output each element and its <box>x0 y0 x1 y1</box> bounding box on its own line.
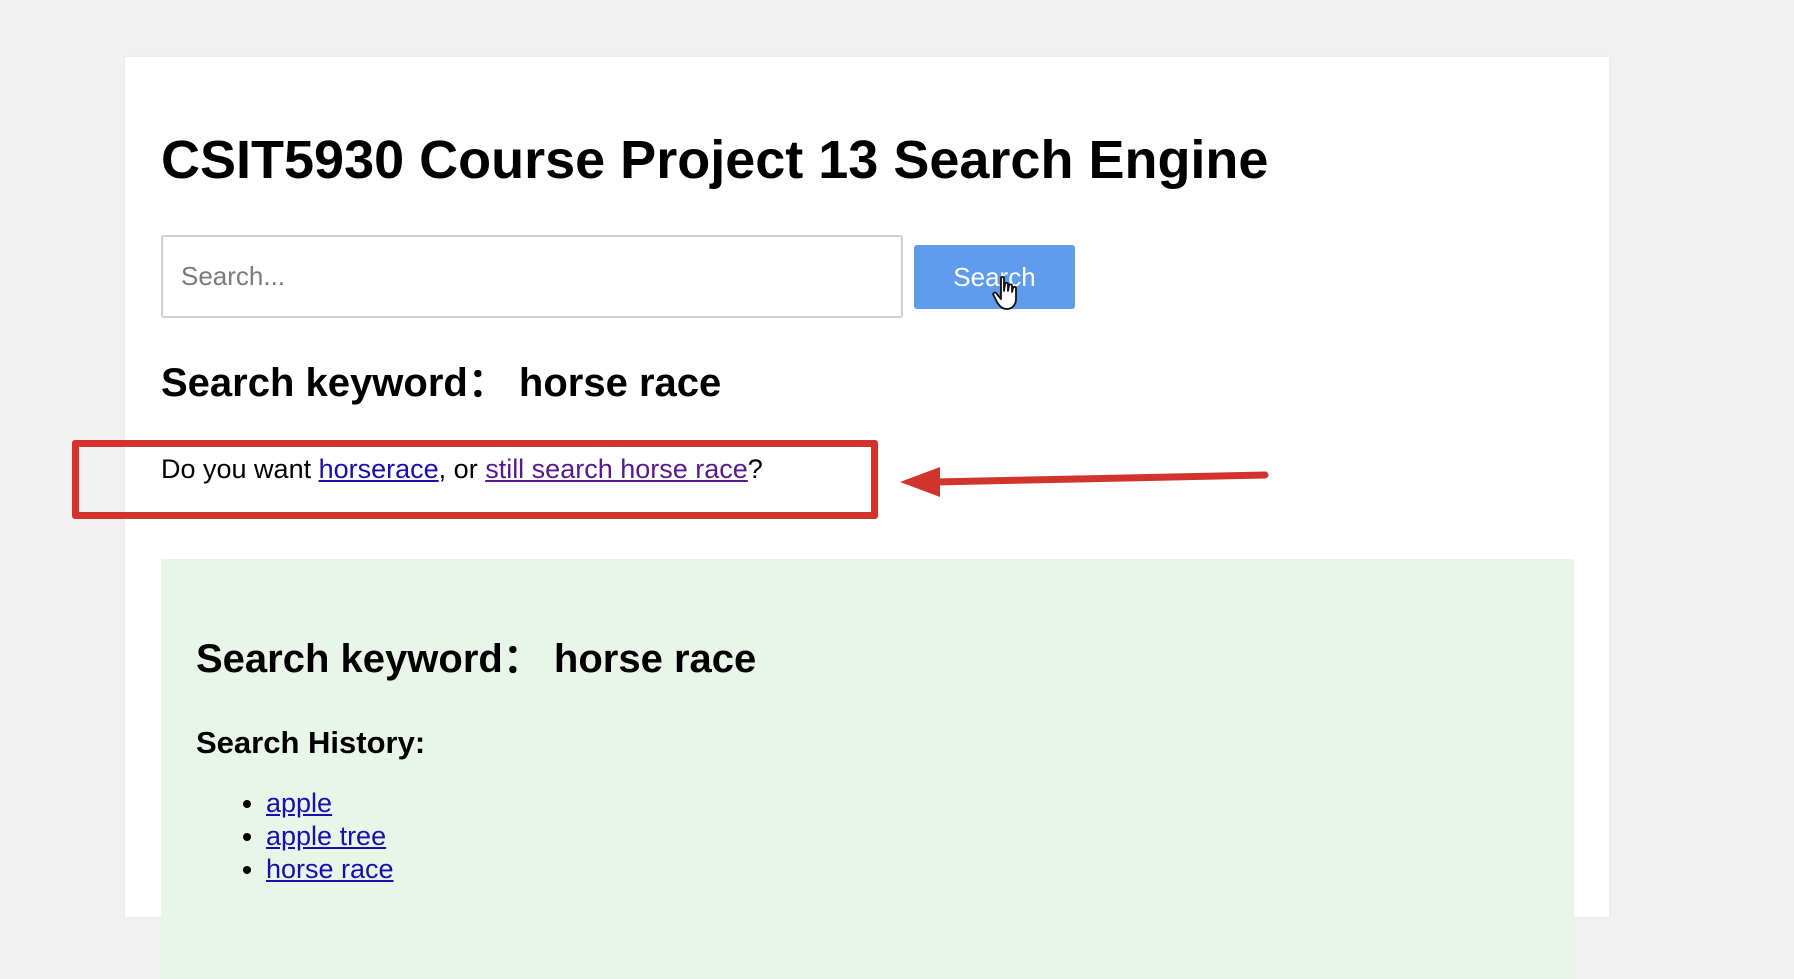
annotation-arrow-icon <box>900 467 1269 497</box>
hand-cursor-icon <box>992 275 1017 310</box>
history-link[interactable]: apple tree <box>266 821 386 851</box>
search-history-panel: Search keyword： horse race Search Histor… <box>161 559 1574 979</box>
search-keyword-heading: Search keyword： horse race <box>161 361 722 405</box>
history-list-item: horse race <box>266 853 394 886</box>
search-input[interactable] <box>161 235 903 318</box>
search-history-title: Search History: <box>196 725 426 760</box>
annotation-highlight-box <box>72 440 878 519</box>
panel-keyword-heading: Search keyword： horse race <box>196 637 757 681</box>
history-link[interactable]: apple <box>266 788 332 818</box>
history-link[interactable]: horse race <box>266 854 394 884</box>
history-list-item: apple <box>266 787 394 820</box>
history-list-item: apple tree <box>266 820 394 853</box>
page-title: CSIT5930 Course Project 13 Search Engine <box>161 130 1269 190</box>
search-history-list: apple apple tree horse race <box>196 787 394 886</box>
